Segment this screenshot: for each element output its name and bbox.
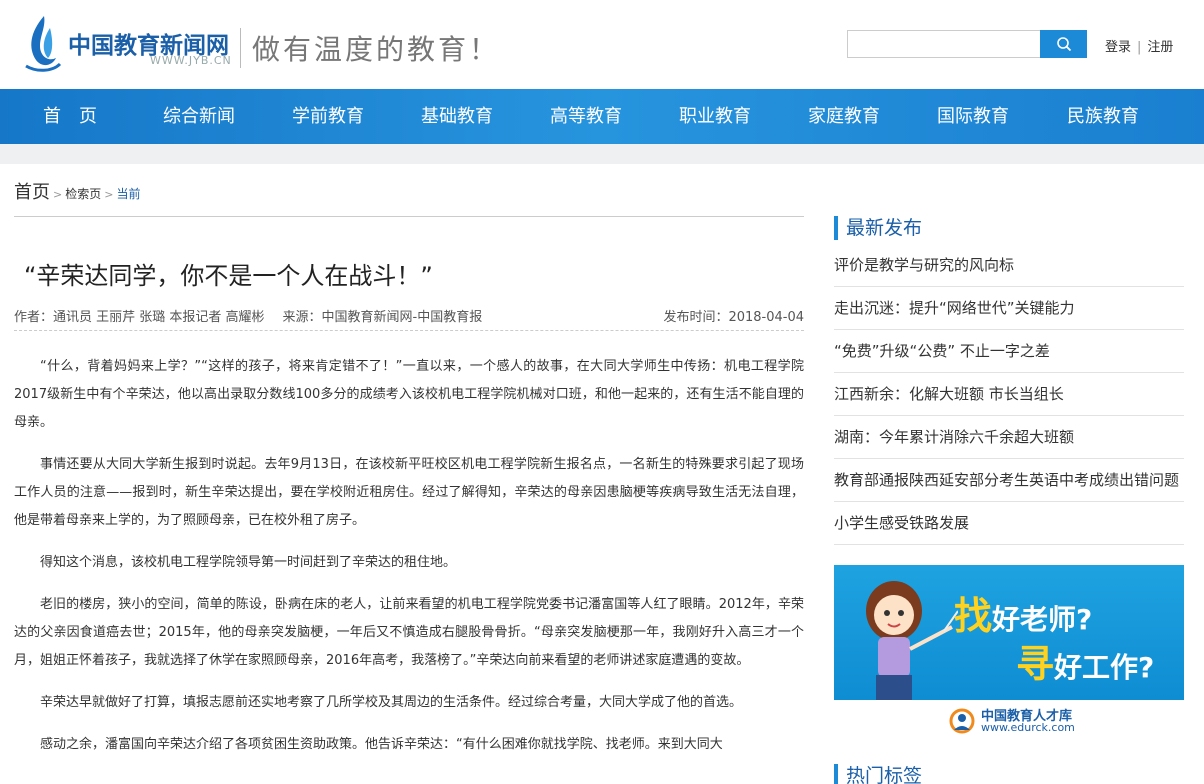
logo-divider (240, 28, 241, 68)
hot-tags-section-title: 热门标签 (834, 764, 922, 784)
teacher-illustration-icon (866, 581, 958, 719)
nav-item-higher-education[interactable]: 高等教育 (550, 89, 622, 144)
chevron-right-icon: > (104, 188, 114, 201)
breadcrumb-search-page[interactable]: 检索页 (65, 187, 101, 201)
breadcrumb-home[interactable]: 首页 (14, 182, 50, 203)
site-url: WWW.JYB.CN (150, 54, 232, 67)
latest-item[interactable]: 走出沉迷：提升“网络世代”关键能力 (834, 287, 1184, 330)
article-paragraph: 得知这个消息，该校机电工程学院领导第一时间赶到了辛荣达的租住地。 (40, 555, 457, 570)
article-paragraph: 感动之余，潘富国向辛荣达介绍了各项贫困生资助政策。他告诉辛荣达：“有什么困难你就… (40, 737, 723, 752)
nav-item-family[interactable]: 家庭教育 (808, 89, 880, 144)
article-title: “辛荣达同学，你不是一个人在战斗！” (24, 262, 433, 290)
latest-item[interactable]: 江西新余：化解大班额 市长当组长 (834, 373, 1184, 416)
nav-item-preschool[interactable]: 学前教育 (292, 89, 364, 144)
article-paragraph: 辛荣达早就做好了打算，填报志愿前还实地考察了几所学校及其周边的生活条件。经过综合… (40, 695, 743, 710)
latest-item[interactable]: 评价是教学与研究的风向标 (834, 244, 1184, 287)
main-nav: 首 页 综合新闻 学前教育 基础教育 高等教育 职业教育 家庭教育 国际教育 民… (0, 89, 1204, 144)
article-date: 发布时间：2018-04-04 (663, 310, 804, 325)
nav-item-basic-education[interactable]: 基础教育 (421, 89, 493, 144)
nav-item-home[interactable]: 首 页 (43, 89, 97, 144)
latest-list: 评价是教学与研究的风向标 走出沉迷：提升“网络世代”关键能力 “免费”升级“公费… (834, 244, 1184, 545)
latest-item[interactable]: 湖南：今年累计消除六千余超大班额 (834, 416, 1184, 459)
register-link[interactable]: 注册 (1147, 40, 1173, 55)
breadcrumb-current: 当前 (116, 187, 141, 201)
breadcrumb: 首页 > 检索页 > 当前 (14, 178, 140, 204)
ad-headline-2: 寻好工作? (1016, 642, 1155, 686)
search-input[interactable] (847, 30, 1041, 58)
article-source: 来源：中国教育新闻网-中国教育报 (282, 310, 483, 325)
article-meta: 作者：通讯员 王丽芹 张璐 本报记者 高耀彬 来源：中国教育新闻网-中国教育报 发… (14, 306, 804, 325)
flame-logo-icon[interactable] (22, 14, 62, 72)
site-header: 中国教育新闻网 WWW.JYB.CN 做有温度的教育！ 登录 | 注册 (0, 0, 1204, 89)
ad-url: www.edurck.com (981, 721, 1075, 734)
article-body: “什么，背着妈妈来上学？”“这样的孩子，将来肯定错不了！”一直以来，一个感人的故… (14, 353, 804, 773)
nav-item-vocational[interactable]: 职业教育 (679, 89, 751, 144)
breadcrumb-divider (14, 216, 804, 217)
nav-item-general-news[interactable]: 综合新闻 (163, 89, 235, 144)
article-authors: 作者：通讯员 王丽芹 张璐 本报记者 高耀彬 (14, 310, 265, 325)
latest-item[interactable]: 教育部通报陕西延安部分考生英语中考成绩出错问题 (834, 459, 1184, 502)
site-slogan: 做有温度的教育！ (252, 33, 501, 66)
ad-headline-1: 找好老师? (954, 594, 1093, 638)
chevron-right-icon: > (53, 188, 63, 201)
latest-item[interactable]: 小学生感受铁路发展 (834, 502, 1184, 545)
ad-footer: 中国教育人才库 www.edurck.com (834, 700, 1184, 740)
nav-spacer (0, 144, 1204, 164)
search-button[interactable] (1040, 30, 1087, 58)
talent-ad-banner[interactable]: 找好老师? 寻好工作? 中国教育人才库 www.edurck.com (834, 565, 1184, 740)
auth-separator: | (1137, 40, 1142, 55)
nav-item-ethnic[interactable]: 民族教育 (1067, 89, 1139, 144)
nav-item-international[interactable]: 国际教育 (937, 89, 1009, 144)
login-link[interactable]: 登录 (1105, 40, 1131, 55)
search-icon (1056, 37, 1071, 52)
article-paragraph: 事情还要从大同大学新生报到时说起。去年9月13日，在该校新平旺校区机电工程学院新… (14, 457, 804, 528)
latest-item[interactable]: “免费”升级“公费” 不止一字之差 (834, 330, 1184, 373)
auth-links: 登录 | 注册 (1105, 36, 1173, 55)
meta-divider (14, 330, 804, 331)
latest-section-title: 最新发布 (834, 216, 922, 240)
talent-logo-icon (949, 708, 975, 734)
article-paragraph: 老旧的楼房，狭小的空间，简单的陈设，卧病在床的老人，让前来看望的机电工程学院党委… (14, 597, 804, 668)
article-paragraph: “什么，背着妈妈来上学？”“这样的孩子，将来肯定错不了！”一直以来，一个感人的故… (14, 359, 804, 430)
